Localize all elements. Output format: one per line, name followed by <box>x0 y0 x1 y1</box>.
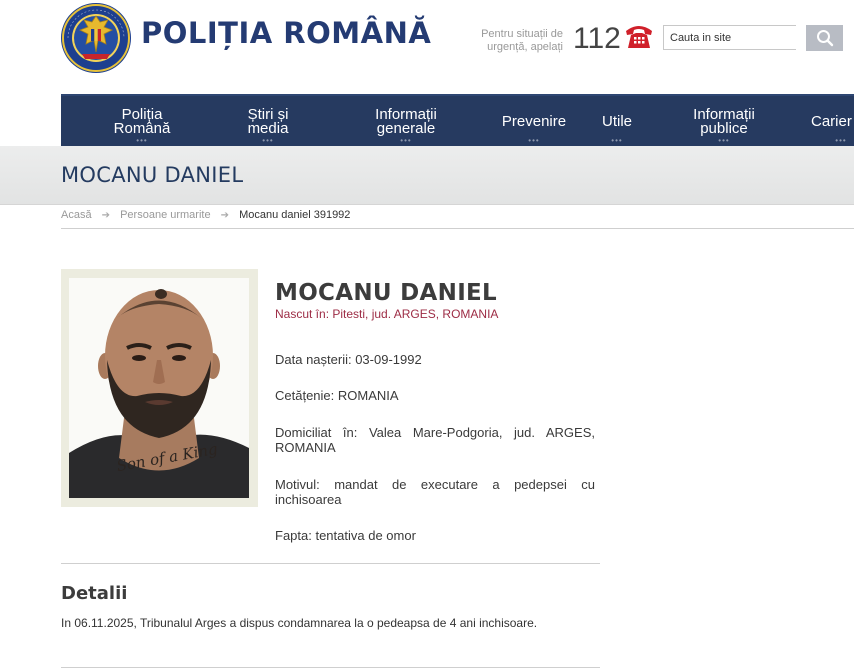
nav-item-prevenire[interactable]: Prevenire ••• <box>492 96 576 148</box>
nav-item-informatii-publice[interactable]: Informații publice ••• <box>678 96 770 148</box>
breadcrumb-section-link[interactable]: Persoane urmarite <box>120 209 211 221</box>
emergency-label-line1: Pentru situații de <box>481 28 563 40</box>
nav-dots: ••• <box>718 136 730 145</box>
phone-icon <box>626 26 652 48</box>
emergency-label: Pentru situații de urgență, apelați <box>470 28 563 54</box>
person-name: MOCANU DANIEL <box>275 280 498 306</box>
breadcrumb-home-link[interactable]: Acasă <box>61 209 92 221</box>
divider <box>61 563 600 564</box>
nav-item-cariera[interactable]: Carier ••• <box>811 96 854 148</box>
breadcrumb-current: Mocanu daniel 391992 <box>239 209 351 222</box>
details-heading: Detalii <box>61 583 128 604</box>
search-input[interactable] <box>663 25 796 50</box>
arrow-right-icon: ➔ <box>220 209 230 221</box>
nav-dots: ••• <box>528 136 540 145</box>
birthplace: Nascut în: Pitesti, jud. ARGES, ROMANIA <box>275 307 499 321</box>
nav-label-line1: Carier <box>811 113 852 130</box>
date-of-birth: Data nașterii: 03-09-1992 <box>275 352 422 367</box>
divider <box>61 228 854 229</box>
nav-item-utile[interactable]: Utile ••• <box>591 96 643 148</box>
main-navigation: Poliția Română ••• Știri și media ••• In… <box>61 94 854 148</box>
arrow-right-icon: ➔ <box>101 209 111 221</box>
nav-dots: ••• <box>611 136 623 145</box>
residence: Domiciliat în: Valea Mare-Podgoria, jud.… <box>275 425 595 455</box>
breadcrumb: Acasă ➔ Persoane urmarite ➔ Mocanu danie… <box>61 209 350 221</box>
search-button[interactable] <box>806 25 843 51</box>
emergency-number: 112 <box>573 22 621 55</box>
details-text: In 06.11.2025, Tribunalul Arges a dispus… <box>61 616 538 630</box>
site-title[interactable]: POLIȚIA ROMÂNĂ <box>141 16 431 50</box>
nav-dots: ••• <box>835 136 847 145</box>
nav-label-line1: Prevenire <box>501 113 567 130</box>
magnifier-icon <box>816 30 833 47</box>
nav-label-line1: Utile <box>601 113 632 130</box>
suspect-photo: Son of a King <box>69 278 249 498</box>
nav-dots: ••• <box>400 136 412 145</box>
banner-title: MOCANU DANIEL <box>61 163 244 187</box>
citizenship: Cetățenie: ROMANIA <box>275 388 399 403</box>
nav-item-stiri-media[interactable]: Știri și media ••• <box>227 96 309 148</box>
nav-dots: ••• <box>262 136 274 145</box>
nav-label-line2: generale <box>376 120 436 137</box>
nav-label-line2: Română <box>113 120 171 137</box>
nav-item-informatii-generale[interactable]: Informații generale ••• <box>361 96 451 148</box>
warrant-reason: Motivul: mandat de executare a pedepsei … <box>275 477 595 507</box>
offense: Fapta: tentativa de omor <box>275 528 416 543</box>
nav-label-line2: media <box>247 120 289 137</box>
emergency-label-line2: urgență, apelați <box>487 41 563 53</box>
police-logo[interactable] <box>60 2 132 74</box>
nav-label-line2: publice <box>700 120 748 137</box>
nav-dots: ••• <box>136 136 148 145</box>
nav-item-politia-romana[interactable]: Poliția Română ••• <box>101 96 183 148</box>
divider <box>61 667 600 668</box>
